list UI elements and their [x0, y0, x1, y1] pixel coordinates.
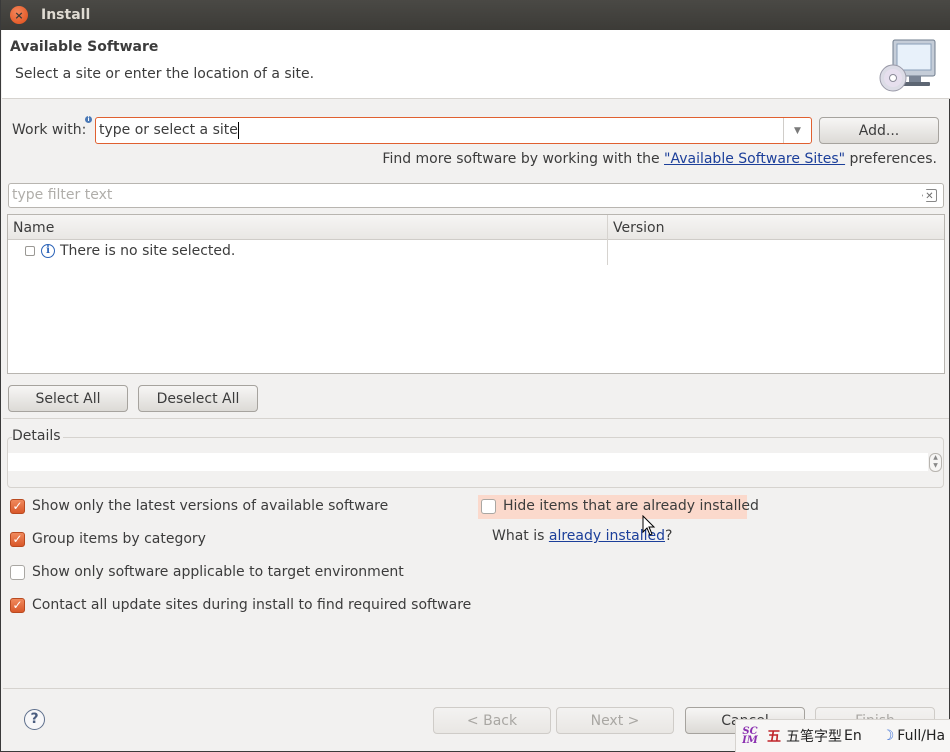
- computer-cd-icon: [879, 39, 936, 92]
- scim-logo-bottom: IM: [742, 735, 758, 746]
- details-text: [8, 453, 928, 471]
- next-button[interactable]: Next >: [556, 707, 674, 734]
- column-header-version[interactable]: Version: [613, 220, 664, 236]
- work-with-label: Work with:: [12, 122, 87, 138]
- checkbox-unchecked[interactable]: [10, 564, 25, 580]
- install-dialog: × Install Available Software Select a si…: [0, 0, 950, 752]
- option-group-by-category[interactable]: ✓ Group items by category: [10, 531, 206, 547]
- details-label: Details: [12, 428, 63, 444]
- what-is-prefix: What is: [492, 528, 549, 544]
- ime-mode-label[interactable]: 五笔字型: [786, 726, 842, 746]
- option-label: Hide items that are already installed: [503, 498, 759, 514]
- find-more-prefix: Find more software by working with the: [382, 151, 665, 167]
- details-scroll-arrows[interactable]: ▲ ▼: [929, 453, 942, 472]
- option-target-environment[interactable]: Show only software applicable to target …: [10, 564, 404, 580]
- info-decoration-icon: i: [85, 116, 92, 123]
- available-software-sites-link[interactable]: "Available Software Sites": [664, 151, 845, 167]
- checkbox-unchecked[interactable]: [481, 498, 496, 514]
- tree-header: Name Version: [8, 215, 944, 240]
- option-label: Group items by category: [32, 531, 206, 547]
- clear-icon[interactable]: ✕: [922, 189, 937, 202]
- option-hide-installed[interactable]: Hide items that are already installed: [481, 498, 759, 514]
- find-more-text: Find more software by working with the "…: [382, 151, 937, 167]
- option-label: Show only the latest versions of availab…: [32, 498, 389, 514]
- close-icon[interactable]: ×: [10, 6, 28, 24]
- checkbox-checked[interactable]: ✓: [10, 597, 25, 613]
- select-all-button[interactable]: Select All: [8, 385, 128, 412]
- help-icon[interactable]: ?: [24, 709, 45, 730]
- option-contact-update-sites[interactable]: ✓ Contact all update sites during instal…: [10, 597, 471, 613]
- find-more-suffix: preferences.: [845, 151, 938, 167]
- wizard-banner: Available Software Select a site or ente…: [2, 30, 950, 99]
- checkbox-checked[interactable]: ✓: [10, 531, 25, 547]
- row-checkbox[interactable]: [25, 246, 35, 256]
- chevron-down-icon[interactable]: ▼: [783, 118, 811, 143]
- deselect-all-button[interactable]: Deselect All: [138, 385, 258, 412]
- back-button[interactable]: < Back: [433, 707, 551, 734]
- add-site-button[interactable]: Add...: [819, 117, 939, 144]
- separator: [3, 418, 949, 419]
- option-label: Contact all update sites during install …: [32, 597, 472, 613]
- filter-placeholder[interactable]: type filter text: [12, 187, 112, 203]
- window-title: Install: [41, 7, 91, 23]
- option-label: Show only software applicable to target …: [32, 564, 404, 580]
- filter-input[interactable]: type filter text ✕: [8, 183, 944, 208]
- title-bar: × Install: [1, 0, 950, 30]
- ime-language-label[interactable]: En: [844, 728, 862, 744]
- combo-spacer: [239, 118, 783, 143]
- input-method-bar[interactable]: SC IM 五 五笔字型 En ☽ Full/Ha: [735, 719, 950, 752]
- checkbox-checked[interactable]: ✓: [10, 498, 25, 514]
- ime-width-label[interactable]: Full/Ha: [897, 728, 945, 744]
- wubi-icon[interactable]: 五: [767, 726, 781, 746]
- row-name: There is no site selected.: [60, 243, 236, 259]
- column-header-name[interactable]: Name: [13, 220, 54, 236]
- option-latest-versions[interactable]: ✓ Show only the latest versions of avail…: [10, 498, 388, 514]
- software-tree[interactable]: Name Version i There is no site selected…: [7, 214, 945, 374]
- tree-row[interactable]: i There is no site selected.: [8, 241, 608, 263]
- scim-logo-icon[interactable]: SC IM: [739, 727, 761, 746]
- work-with-input[interactable]: type or select a site: [96, 118, 238, 143]
- page-description: Select a site or enter the location of a…: [15, 66, 315, 82]
- mouse-pointer-icon: [642, 515, 656, 536]
- half-width-moon-icon[interactable]: ☽: [882, 728, 895, 744]
- info-icon: i: [41, 244, 55, 258]
- page-title: Available Software: [10, 39, 159, 55]
- what-is-suffix: ?: [665, 528, 673, 544]
- footer-separator: [3, 688, 949, 689]
- work-with-combo[interactable]: type or select a site ▼: [95, 117, 812, 144]
